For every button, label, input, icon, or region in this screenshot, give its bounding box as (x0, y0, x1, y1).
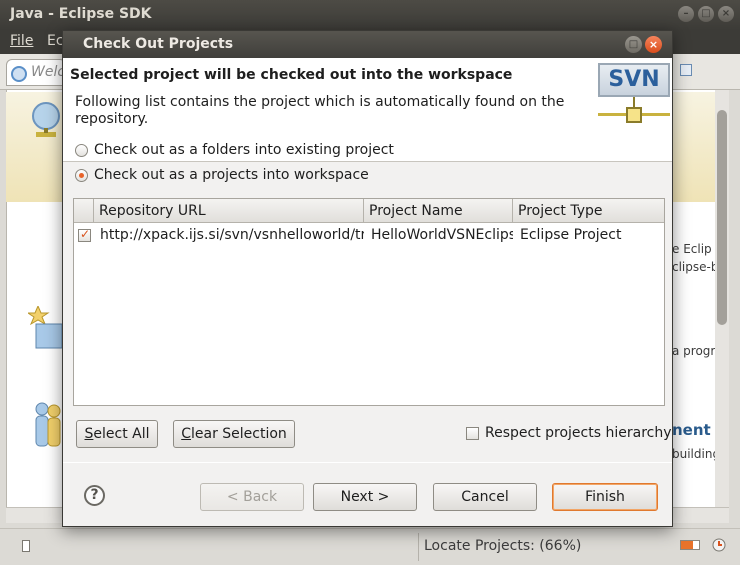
select-all-button[interactable]: Select All (76, 420, 158, 448)
progress-bar (680, 540, 700, 550)
row-checkbox[interactable] (78, 227, 91, 242)
status-text: Locate Projects: (66%) (424, 538, 582, 554)
restore-view-icon[interactable] (680, 64, 692, 76)
maximize-icon[interactable]: □ (625, 36, 642, 53)
bg-text-2: clipse-b (672, 260, 719, 274)
checkout-dialog: Check Out Projects □ × Selected project … (62, 30, 673, 527)
fast-view-icon[interactable] (22, 540, 30, 552)
status-separator (418, 533, 419, 561)
scrollbar-thumb[interactable] (717, 110, 727, 325)
bg-heading[interactable]: nent (672, 421, 711, 439)
cell-project-type: Eclipse Project (520, 227, 622, 243)
welcome-right-banner (670, 92, 715, 202)
table-header: Repository URL Project Name Project Type (74, 199, 664, 223)
statusbar (0, 528, 740, 565)
users-icon (35, 402, 61, 447)
menu-file[interactable]: File (10, 33, 33, 49)
close-icon[interactable]: × (645, 36, 662, 53)
window-titlebar: Java - Eclipse SDK – □ × (0, 0, 740, 30)
maximize-icon[interactable]: □ (698, 6, 714, 22)
header-title: Selected project will be checked out int… (70, 67, 513, 83)
close-icon[interactable]: × (718, 6, 734, 22)
globe-icon (32, 102, 60, 137)
radio-button[interactable] (75, 168, 88, 182)
next-button[interactable]: Next > (313, 483, 417, 511)
radio-projects[interactable]: Check out as a projects into workspace (75, 167, 369, 183)
svn-logo-text: SVN (598, 63, 670, 97)
progress-fill (681, 541, 693, 549)
projects-table: Repository URL Project Name Project Type… (73, 198, 665, 406)
cancel-button[interactable]: Cancel (433, 483, 537, 511)
respect-hierarchy-label: Respect projects hierarchy (485, 425, 672, 441)
bg-text-1: e Eclip (672, 242, 712, 256)
table-row[interactable]: http://xpack.ijs.si/svn/vsnhelloworld/tr… (74, 223, 664, 247)
dialog-title: Check Out Projects (83, 36, 234, 52)
radio-projects-label: Check out as a projects into workspace (94, 167, 369, 183)
progress-view-icon[interactable] (712, 538, 726, 552)
header-description: Following list contains the project whic… (75, 94, 565, 127)
respect-hierarchy-option[interactable]: Respect projects hierarchy (466, 425, 672, 441)
tab-welcome-label: Welc (31, 64, 66, 80)
cell-project-name: HelloWorldVSNEclips (371, 227, 513, 243)
radio-button[interactable] (75, 143, 88, 157)
clear-selection-button[interactable]: Clear Selection (173, 420, 295, 448)
radio-folders-label: Check out as a folders into existing pro… (94, 142, 394, 158)
help-icon[interactable]: ? (84, 485, 105, 506)
finish-button[interactable]: Finish (552, 483, 658, 511)
column-project-type[interactable]: Project Type (513, 199, 664, 223)
button-separator (63, 462, 672, 463)
bg-text-3: a progr (672, 344, 716, 358)
new-features-icon (28, 306, 62, 349)
column-project-name[interactable]: Project Name (364, 199, 513, 223)
column-check[interactable] (74, 199, 94, 223)
welcome-icon (11, 66, 27, 82)
window-title: Java - Eclipse SDK (10, 6, 152, 22)
tab-welcome[interactable]: Welc (6, 59, 66, 86)
svn-logo-plug (626, 107, 642, 123)
column-repository-url[interactable]: Repository URL (94, 199, 364, 223)
radio-folders[interactable]: Check out as a folders into existing pro… (75, 142, 394, 158)
dialog-titlebar: Check Out Projects (63, 31, 672, 58)
cell-url: http://xpack.ijs.si/svn/vsnhelloworld/tr (100, 227, 364, 243)
bg-text-4: building (672, 447, 721, 461)
back-button[interactable]: < Back (200, 483, 304, 511)
minimize-icon[interactable]: – (678, 6, 694, 22)
svn-logo-stem (633, 97, 635, 107)
window-controls: – □ × (678, 6, 734, 22)
respect-hierarchy-checkbox[interactable] (466, 426, 479, 440)
svn-logo: SVN (598, 63, 670, 127)
